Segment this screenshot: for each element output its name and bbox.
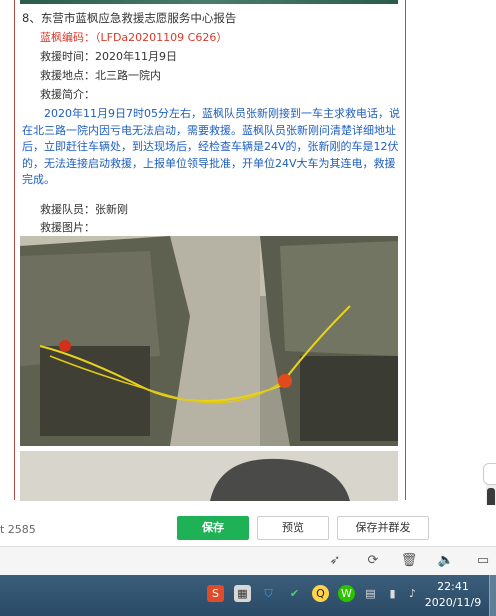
- preview-button[interactable]: 预览: [257, 516, 329, 540]
- save-and-send-button[interactable]: 保存并群发: [337, 516, 429, 540]
- rescue-photo-1[interactable]: [20, 236, 398, 446]
- save-button[interactable]: 保存: [177, 516, 249, 540]
- rocket-icon[interactable]: ➶: [326, 552, 344, 570]
- editor-toolbar: t 2585 保存 预览 保存并群发: [0, 505, 496, 545]
- summary-label: 救援简介：: [40, 88, 95, 101]
- trash-icon[interactable]: 🗑: [400, 552, 418, 570]
- rescue-photo-1-image: [20, 236, 398, 446]
- rescue-photo-2[interactable]: [20, 451, 398, 501]
- clock-time: 22:41: [437, 580, 469, 593]
- side-tab[interactable]: [483, 463, 496, 485]
- browser-status-bar: ➶ ⟳ 🗑 🔈 ▭: [0, 546, 496, 575]
- refresh-icon[interactable]: ⟳: [364, 552, 382, 570]
- code-line: 蓝枫编码：（LFDa20201109 C626）: [40, 29, 227, 45]
- photos-label: 救援图片：: [40, 221, 95, 234]
- wechat-icon[interactable]: W: [338, 585, 355, 602]
- signal-icon[interactable]: ▮: [384, 585, 401, 602]
- previous-photo-edge: [20, 0, 398, 4]
- code-value: （LFDa20201109 C626）: [95, 31, 228, 44]
- summary-text: 2020年11月9日7时05分左右，蓝枫队员张新刚接到一车主求救电话，说在北三路…: [22, 106, 400, 189]
- shield-icon[interactable]: ⛉: [260, 585, 277, 602]
- rescue-time: 救援时间：2020年11月9日: [40, 50, 177, 63]
- show-desktop-button[interactable]: [489, 575, 496, 616]
- rescue-location: 救援地点：北三路一院内: [40, 69, 161, 82]
- clock-date: 2020/11/9: [424, 596, 482, 609]
- network-check-icon[interactable]: ✔: [286, 585, 303, 602]
- app-icon[interactable]: ▦: [234, 585, 251, 602]
- word-count: t 2585: [0, 523, 36, 536]
- qq-icon[interactable]: Q: [312, 585, 329, 602]
- taskbar: S ▦ ⛉ ✔ Q W ▤ ▮ ♪ 22:41 2020/11/9: [0, 575, 496, 616]
- sogou-icon[interactable]: S: [207, 585, 224, 602]
- code-label: 蓝枫编码：: [40, 31, 95, 44]
- window-icon[interactable]: ▭: [474, 552, 492, 570]
- system-clock[interactable]: 22:41 2020/11/9: [418, 579, 488, 611]
- summary-paragraph: 2020年11月9日7时05分左右，蓝枫队员张新刚接到一车主求救电话，说在北三路…: [22, 107, 400, 186]
- report-title: 8、东营市蓝枫应急救援志愿服务中心报告: [22, 11, 237, 25]
- speaker-icon[interactable]: 🔈: [437, 552, 455, 570]
- clipboard-icon[interactable]: ▤: [362, 585, 379, 602]
- rescue-photo-2-image: [20, 451, 398, 501]
- rescue-members: 救援队员：张新刚: [40, 203, 128, 216]
